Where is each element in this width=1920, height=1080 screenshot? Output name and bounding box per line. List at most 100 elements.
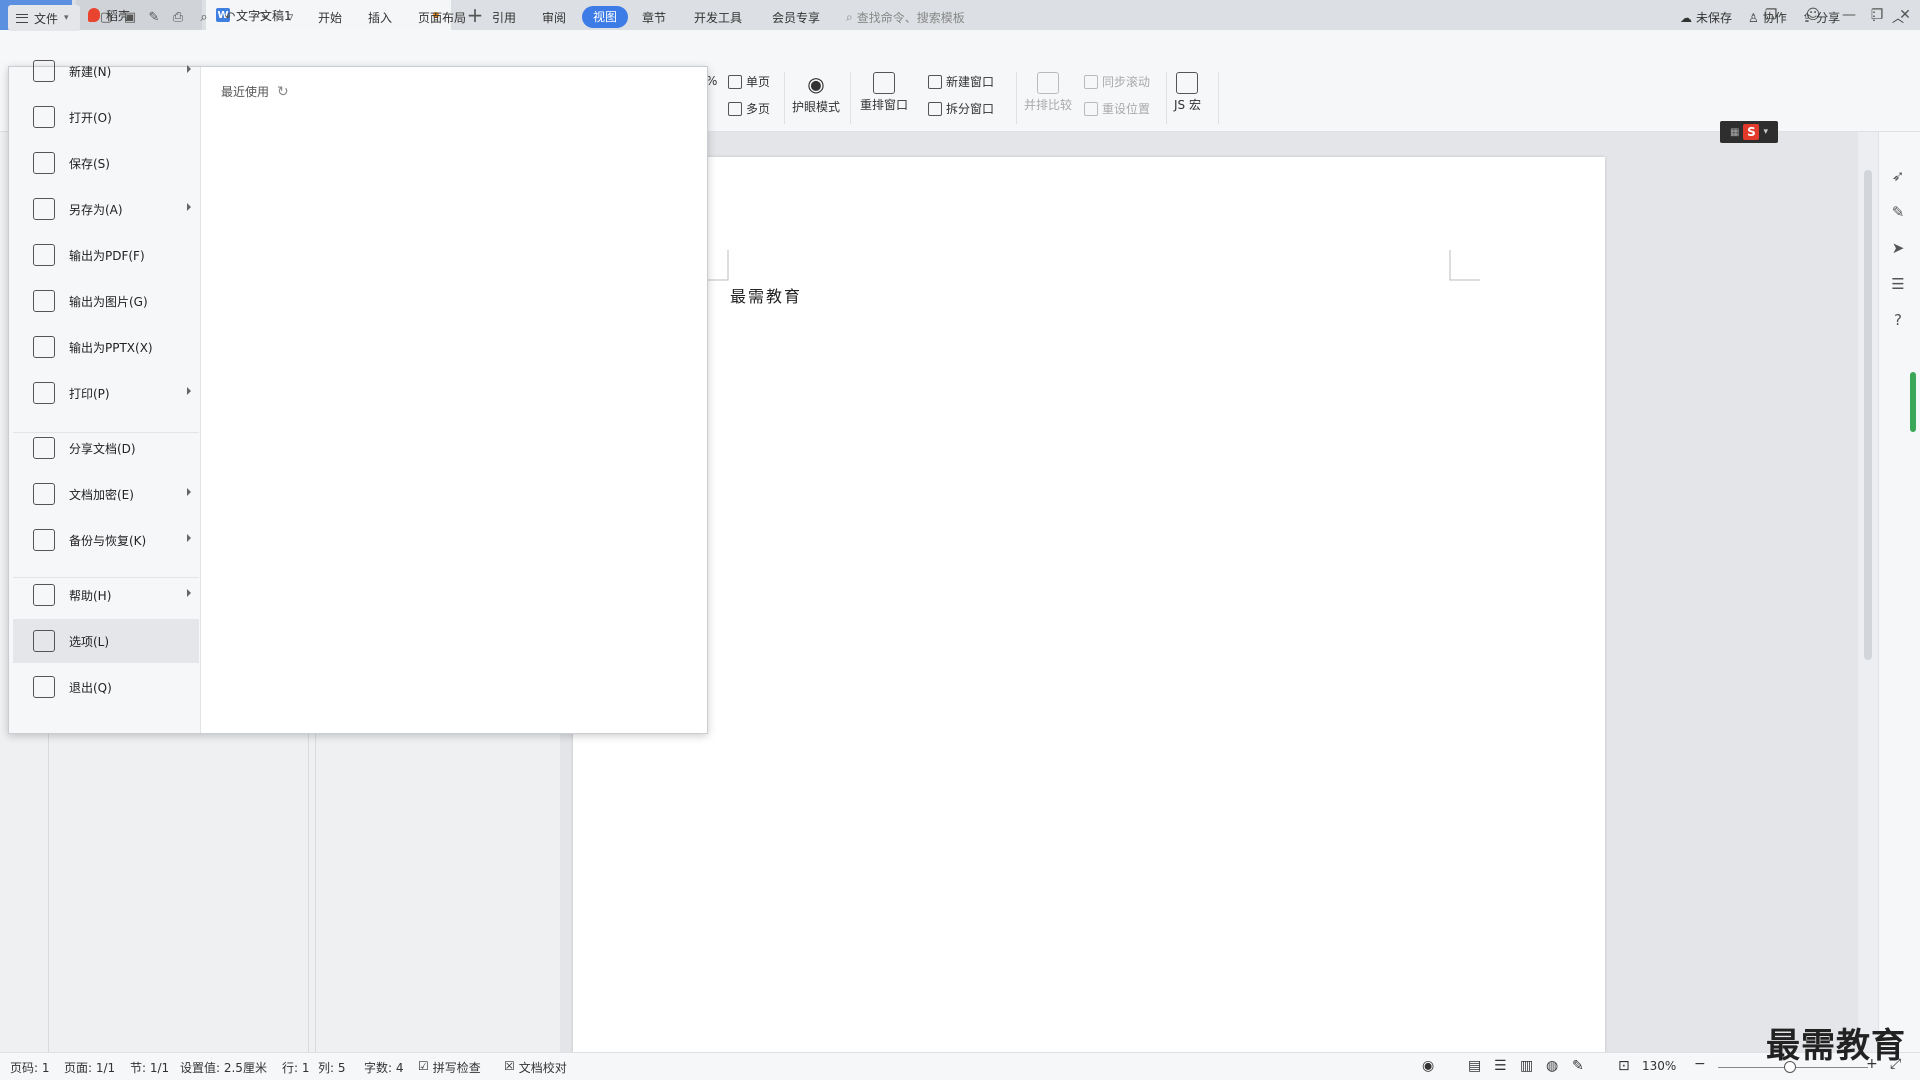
document-body-text[interactable]: 最需教育 xyxy=(730,283,802,307)
file-menu-item-label: 输出为图片(G) xyxy=(69,294,148,309)
file-menu-item-save[interactable]: 保存(S) xyxy=(13,141,199,185)
multi-page-icon xyxy=(728,101,742,116)
sliders-icon[interactable]: ☰ xyxy=(1888,274,1908,294)
file-menu-item-exit[interactable]: 退出(Q) xyxy=(13,665,199,709)
file-menu-item-folder-open[interactable]: 打开(O) xyxy=(13,95,199,139)
doc-proof-button[interactable]: ☒ 文档校对 xyxy=(504,1059,567,1076)
file-menu-item-gear[interactable]: 选项(L) xyxy=(13,619,199,663)
doc-proof-label: 文档校对 xyxy=(518,1061,567,1075)
tab-chapter[interactable]: 章节 xyxy=(642,9,666,26)
sync-scroll-button[interactable]: 同步滚动 xyxy=(1084,73,1150,90)
file-menu-item-export-pdf[interactable]: 输出为PDF(F) xyxy=(13,233,199,277)
tab-start[interactable]: 开始 xyxy=(318,9,342,26)
spell-check-button[interactable]: ☑ 拼写检查 xyxy=(418,1059,481,1076)
undo-icon[interactable]: ↶ xyxy=(222,10,238,26)
file-menu-item-save-as[interactable]: 另存为(A) xyxy=(13,187,199,231)
new-window-label: 新建窗口 xyxy=(946,75,995,89)
status-section[interactable]: 节: 1/1 xyxy=(130,1059,169,1076)
print-icon[interactable]: ⎙ xyxy=(170,10,186,26)
file-menu-item-label: 保存(S) xyxy=(69,156,110,171)
collapse-ribbon-icon[interactable]: ︿ xyxy=(1892,9,1904,26)
more-options-icon[interactable]: ⋮ xyxy=(1868,9,1880,23)
eye-mode-button[interactable]: ◉ 护眼模式 xyxy=(792,72,840,115)
file-menu-item-label: 另存为(A) xyxy=(69,202,123,217)
single-page-button[interactable]: 单页 xyxy=(728,73,770,90)
file-menu-dropdown: 最近使用 ↻ 新建(N) 打开(O) 保存(S) 另存为(A) 输出为PDF(F) 输出为… xyxy=(8,60,708,734)
share-button[interactable]: ⇪ 分享 xyxy=(1802,9,1840,26)
tab-member[interactable]: 会员专享 xyxy=(772,9,820,26)
js-macro-button[interactable]: JS 宏 xyxy=(1174,72,1201,113)
collaborate-button[interactable]: ♙ 协作 xyxy=(1748,9,1787,26)
help-circle-icon[interactable]: ? xyxy=(1888,310,1908,330)
customize-quick-access-icon[interactable]: ▿ xyxy=(282,10,298,26)
new-window-button[interactable]: 新建窗口 xyxy=(928,73,994,90)
web-view-icon[interactable]: ◍ xyxy=(1546,1058,1558,1074)
save-icon[interactable]: ▣ xyxy=(122,10,138,26)
file-menu-item-new-doc[interactable]: 新建(N) xyxy=(13,49,199,93)
ime-toolbar[interactable]: ▦ S ▾ xyxy=(1720,121,1778,143)
sync-scroll-label: 同步滚动 xyxy=(1102,75,1151,89)
file-menu-item-label: 退出(Q) xyxy=(69,680,112,695)
ribbon-divider xyxy=(1218,72,1219,124)
tab-insert[interactable]: 插入 xyxy=(368,9,392,26)
outline-view-icon[interactable]: ☰ xyxy=(1494,1058,1507,1074)
status-pages[interactable]: 页面: 1/1 xyxy=(64,1059,115,1076)
eye-mode-label: 护眼模式 xyxy=(792,100,841,114)
refresh-icon[interactable]: ↻ xyxy=(277,84,289,100)
unsaved-status-button[interactable]: ☁ 未保存 xyxy=(1680,9,1732,26)
file-menu-item-help[interactable]: 帮助(H) xyxy=(13,573,199,617)
rearrange-window-button[interactable]: 重排窗口 xyxy=(860,72,908,113)
hamburger-icon xyxy=(16,13,28,23)
new-icon[interactable]: ▢ xyxy=(98,10,114,26)
status-col[interactable]: 列: 5 xyxy=(318,1059,346,1076)
split-window-label: 拆分窗口 xyxy=(946,102,995,116)
scrollbar-thumb[interactable] xyxy=(1864,170,1872,660)
document-page[interactable] xyxy=(573,157,1605,1057)
status-row[interactable]: 行: 1 xyxy=(282,1059,310,1076)
side-by-side-button[interactable]: 并排比较 xyxy=(1024,72,1072,113)
fit-page-icon[interactable]: ⊡ xyxy=(1618,1058,1630,1074)
side-by-side-label: 并排比较 xyxy=(1024,98,1073,112)
submenu-arrow-icon xyxy=(187,203,191,211)
page-view-icon[interactable]: ▤ xyxy=(1468,1058,1481,1074)
reset-position-button[interactable]: 重设位置 xyxy=(1084,100,1150,117)
new-doc-icon xyxy=(33,60,55,82)
command-search[interactable]: ⌕ 查找命令、搜索模板 xyxy=(846,9,965,26)
status-word-count[interactable]: 字数: 4 xyxy=(364,1059,404,1076)
eye-protect-icon[interactable]: ◉ xyxy=(1422,1058,1434,1074)
write-mode-icon[interactable]: ✎ xyxy=(1572,1058,1584,1074)
pen-icon[interactable]: ✎ xyxy=(1888,202,1908,222)
file-menu-item-lock-doc[interactable]: 文档加密(E) xyxy=(13,472,199,516)
print-preview-icon[interactable]: ⌕ xyxy=(196,10,212,26)
lock-doc-icon xyxy=(33,483,55,505)
rocket-icon[interactable]: ➶ xyxy=(1888,166,1908,186)
tab-review[interactable]: 审阅 xyxy=(542,9,566,26)
zoom-out-button[interactable]: − xyxy=(1694,1056,1706,1072)
recent-section: 最近使用 ↻ xyxy=(221,83,289,100)
cloud-icon: ☁ xyxy=(1680,10,1692,25)
tab-page-layout[interactable]: 页面布局 xyxy=(418,9,466,26)
split-window-button[interactable]: 拆分窗口 xyxy=(928,100,994,117)
unsaved-label: 未保存 xyxy=(1696,11,1733,25)
cursor-icon[interactable]: ➤ xyxy=(1888,238,1908,258)
tab-view[interactable]: 视图 xyxy=(582,6,628,28)
tab-developer[interactable]: 开发工具 xyxy=(694,9,742,26)
zoom-level[interactable]: 130% xyxy=(1642,1059,1676,1073)
single-page-icon xyxy=(728,74,742,89)
status-setting[interactable]: 设置值: 2.5厘米 xyxy=(180,1059,267,1076)
file-menu-item-export-image[interactable]: 输出为图片(G) xyxy=(13,279,199,323)
redo-icon[interactable]: ↷ xyxy=(254,10,270,26)
submenu-arrow-icon xyxy=(187,589,191,597)
margin-corner-top-right xyxy=(1449,250,1480,281)
format-painter-icon[interactable]: ✎ xyxy=(146,10,162,26)
file-menu-item-print[interactable]: 打印(P) xyxy=(13,371,199,415)
file-menu-item-export-pptx[interactable]: 输出为PPTX(X) xyxy=(13,325,199,369)
status-page-code[interactable]: 页码: 1 xyxy=(10,1059,50,1076)
reading-view-icon[interactable]: ▥ xyxy=(1520,1058,1533,1074)
file-menu-button[interactable]: 文件 ▾ xyxy=(8,5,80,31)
multi-page-button[interactable]: 多页 xyxy=(728,100,770,117)
submenu-arrow-icon xyxy=(187,534,191,542)
tab-references[interactable]: 引用 xyxy=(492,9,516,26)
file-menu-item-backup[interactable]: 备份与恢复(K) xyxy=(13,518,199,562)
eye-icon: ◉ xyxy=(807,72,825,96)
